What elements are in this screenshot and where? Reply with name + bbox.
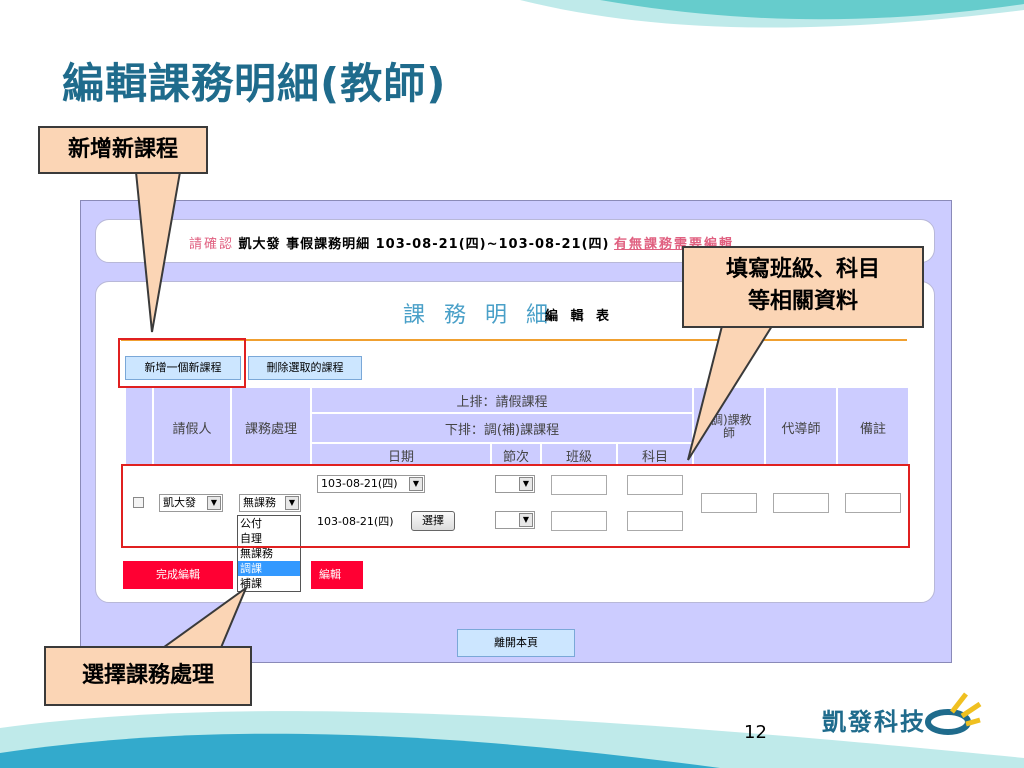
handling-option[interactable]: 公付 — [238, 516, 300, 531]
note-input[interactable] — [845, 493, 901, 513]
chevron-down-icon: ▼ — [207, 496, 221, 510]
header-period: 節次 — [491, 443, 541, 467]
handling-option[interactable]: 自理 — [238, 531, 300, 546]
confirm-message: 請確認 凱大發 事假課務明細 103-08-21(四)~103-08-21(四)… — [189, 233, 734, 252]
page-number: 12 — [744, 722, 767, 743]
lower-subject-input[interactable] — [627, 511, 683, 531]
slide-title: 編輯課務明細(教師) — [62, 59, 447, 108]
header-substitute: 代導師 — [765, 387, 837, 467]
header-leave-person: 請假人 — [153, 387, 231, 467]
header-subject: 科目 — [617, 443, 693, 467]
chevron-down-icon: ▼ — [519, 513, 533, 527]
handling-option[interactable]: 補課 — [238, 576, 300, 591]
cancel-edit-button[interactable]: 編輯 — [311, 561, 363, 589]
lower-class-input[interactable] — [551, 511, 607, 531]
lower-period-select[interactable]: ▼ — [495, 511, 535, 529]
upper-subject-input[interactable] — [627, 475, 683, 495]
handling-select[interactable]: 無課務 ▼ — [239, 494, 301, 512]
delete-selected-button[interactable]: 刪除選取的課程 — [248, 356, 362, 380]
handling-dropdown-list: 公付 自理 無課務 調課 補課 — [237, 515, 301, 592]
upper-date-select[interactable]: 103-08-21(四) ▼ — [317, 475, 425, 493]
company-logo-text: 凱發科技 — [822, 708, 926, 736]
header-class: 班級 — [541, 443, 617, 467]
teacher-select[interactable]: 凱大發 ▼ — [159, 494, 223, 512]
handling-select-value: 無課務 — [243, 496, 276, 509]
leave-page-button[interactable]: 離開本頁 — [457, 629, 575, 657]
header-handling: 課務處理 — [231, 387, 311, 467]
row-checkbox[interactable] — [133, 497, 144, 508]
divider — [121, 339, 907, 341]
upper-class-input[interactable] — [551, 475, 607, 495]
header-swap-teacher: (調)課教師 — [693, 387, 765, 467]
chevron-down-icon: ▼ — [285, 496, 299, 510]
handling-option-highlighted[interactable]: 調課 — [238, 561, 300, 576]
form-title: 課 務 明 細 — [403, 303, 554, 328]
header-checkbox-col — [125, 387, 153, 467]
lower-date-value: 103-08-21(四) — [317, 515, 394, 528]
chevron-down-icon: ▼ — [409, 477, 423, 491]
finish-edit-button[interactable]: 完成編輯 — [123, 561, 233, 589]
header-note: 備註 — [837, 387, 909, 467]
upper-date-value: 103-08-21(四) — [321, 477, 398, 490]
header-upper-row: 上排：請假課程 — [311, 387, 693, 413]
confirm-prefix: 請確認 — [189, 237, 235, 252]
header-date: 日期 — [311, 443, 491, 467]
callout-add-course: 新增新課程 — [38, 126, 208, 174]
substitute-input[interactable] — [773, 493, 829, 513]
callout-select-handling: 選擇課務處理 — [44, 646, 252, 706]
company-logo-icon — [925, 692, 982, 735]
add-course-button[interactable]: 新增一個新課程 — [125, 356, 241, 380]
form-title-sub: 編 輯 表 — [545, 309, 614, 324]
callout-fill-class: 填寫班級、科目 等相關資料 — [682, 246, 924, 328]
teacher-select-value: 凱大發 — [163, 496, 196, 509]
header-lower-row: 下排：調(補)課課程 — [311, 413, 693, 443]
confirm-middle: 凱大發 事假課務明細 103-08-21(四)~103-08-21(四) — [238, 237, 610, 252]
chevron-down-icon: ▼ — [519, 477, 533, 491]
upper-period-select[interactable]: ▼ — [495, 475, 535, 493]
swap-teacher-input[interactable] — [701, 493, 757, 513]
handling-option[interactable]: 無課務 — [238, 546, 300, 561]
choose-button[interactable]: 選擇 — [411, 511, 455, 531]
